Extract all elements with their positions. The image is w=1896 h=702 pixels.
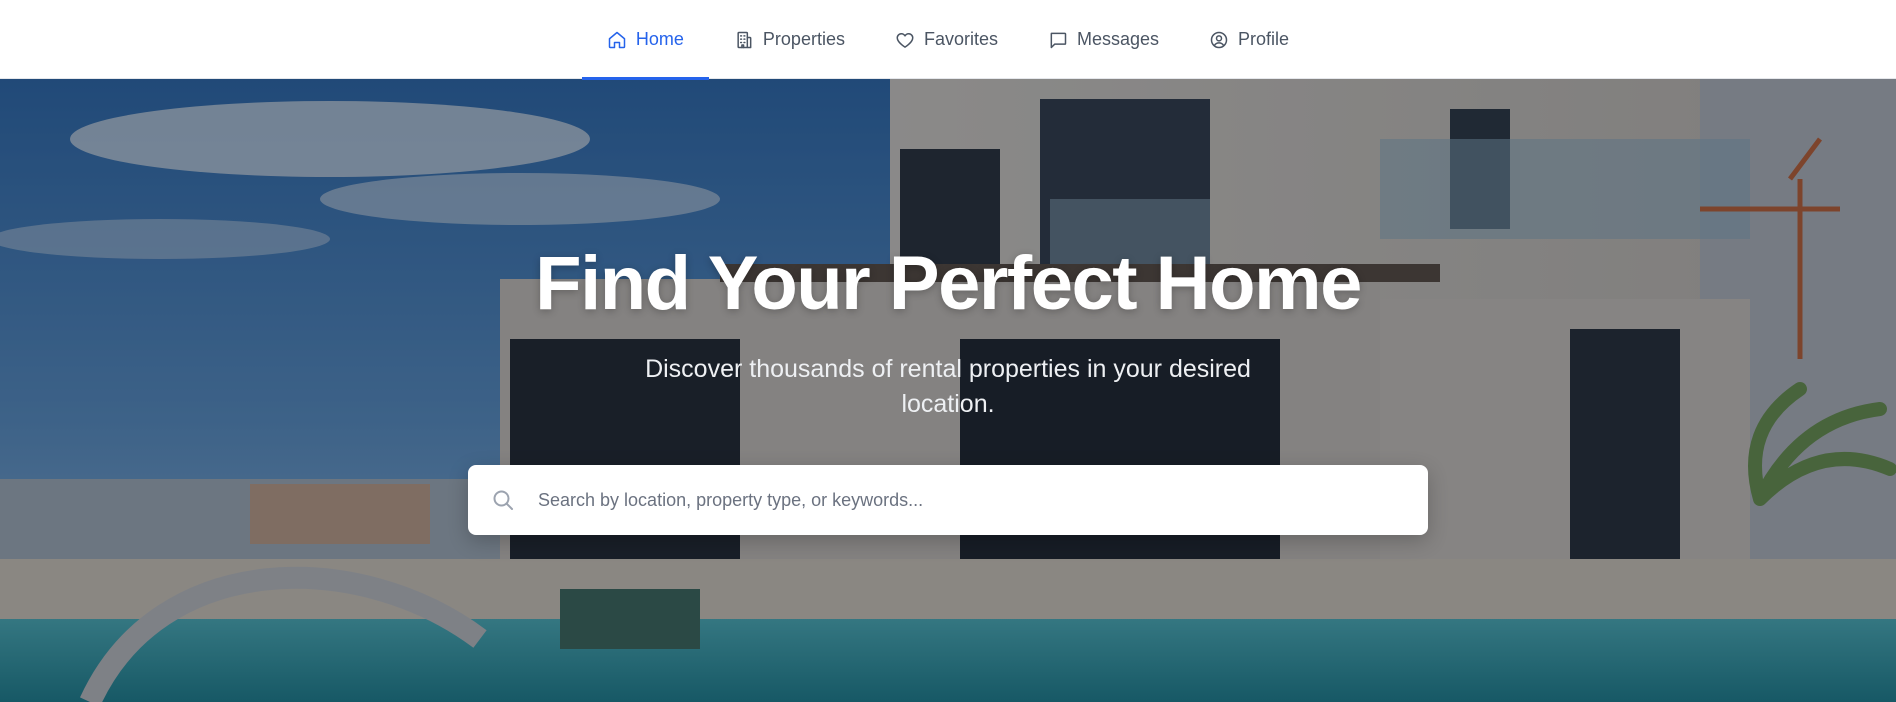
nav-item-properties-label: Properties xyxy=(762,29,845,49)
nav-item-home[interactable]: Home xyxy=(581,0,709,80)
nav-item-properties[interactable]: Properties xyxy=(709,0,870,79)
building-icon xyxy=(737,31,752,48)
search-bar xyxy=(468,465,1428,535)
nav-item-messages-label: Messages xyxy=(1077,29,1160,49)
nav-items: Home Properties Favorites Messages Profi… xyxy=(581,0,1314,80)
nav-item-profile[interactable]: Profile xyxy=(1184,0,1314,79)
top-navigation: Home Properties Favorites Messages Profi… xyxy=(0,0,1896,80)
hero-content: Find Your Perfect Home Discover thousand… xyxy=(0,79,1896,702)
home-icon xyxy=(608,31,626,48)
hero-section: Find Your Perfect Home Discover thousand… xyxy=(0,79,1896,702)
nav-item-home-label: Home xyxy=(635,29,684,49)
hero-title: Find Your Perfect Home xyxy=(535,241,1362,326)
nav-item-profile-label: Profile xyxy=(1238,29,1290,49)
message-icon xyxy=(1050,32,1067,48)
search-input[interactable] xyxy=(538,465,1428,535)
user-circle-icon xyxy=(1210,31,1228,48)
search-icon xyxy=(468,488,538,512)
nav-item-favorites-label: Favorites xyxy=(923,29,998,49)
hero-subtitle: Discover thousands of rental properties … xyxy=(645,355,1251,418)
nav-item-messages[interactable]: Messages xyxy=(1023,0,1184,79)
heart-icon xyxy=(896,32,914,48)
nav-item-favorites[interactable]: Favorites xyxy=(870,0,1023,79)
